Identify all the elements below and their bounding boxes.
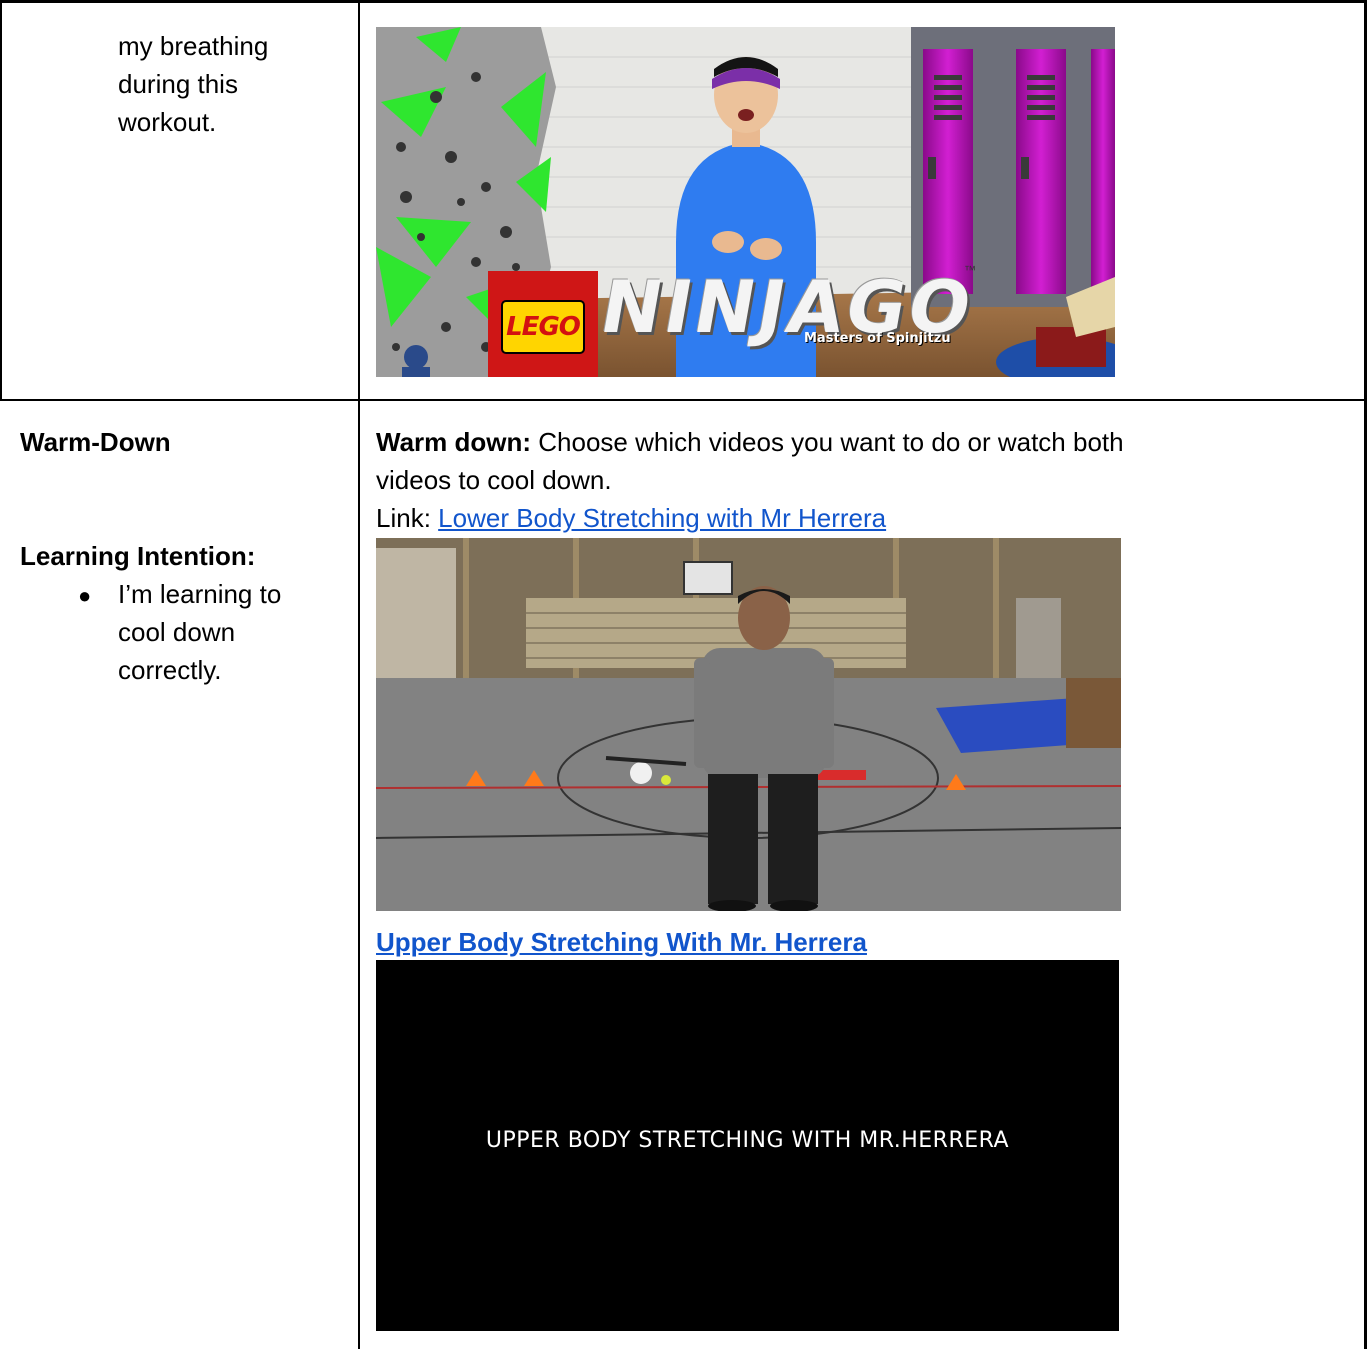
table-row-divider bbox=[0, 399, 1367, 401]
warm-down-instruction-text: Choose which videos you want to do or wa… bbox=[531, 427, 1124, 457]
warm-down-instruction-line-1: Warm down: Choose which videos you want … bbox=[376, 423, 1124, 461]
lower-body-stretching-link[interactable]: Lower Body Stretching with Mr Herrera bbox=[438, 503, 886, 533]
table-column-divider bbox=[358, 0, 360, 1349]
ninjago-video-thumbnail[interactable]: LEGO NINJAGO ™ Masters of Spinjitzu bbox=[376, 27, 1115, 377]
ninjago-trademark: ™ bbox=[964, 263, 976, 277]
warm-down-instruction-line-2: videos to cool down. bbox=[376, 465, 612, 495]
link-line-2: Upper Body Stretching With Mr. Herrera bbox=[376, 923, 867, 961]
upper-body-stretching-link[interactable]: Upper Body Stretching With Mr. Herrera bbox=[376, 927, 867, 957]
link-line: Link: Lower Body Stretching with Mr Herr… bbox=[376, 499, 886, 537]
breathing-text-line-2: during this bbox=[118, 69, 238, 99]
lower-body-video-thumbnail[interactable] bbox=[376, 538, 1121, 911]
gym-scene-illustration bbox=[376, 538, 1121, 911]
link-prefix: Link: bbox=[376, 503, 439, 533]
bullet-dot-icon: ● bbox=[78, 583, 92, 608]
learning-intention-line-3: correctly. bbox=[118, 655, 222, 685]
learning-intention-line-2: cool down bbox=[118, 617, 236, 647]
table-border-left bbox=[0, 0, 2, 400]
lego-logo-text: LEGO bbox=[506, 312, 581, 342]
learning-intention-label: Learning Intention: bbox=[20, 541, 256, 571]
learning-intention-line-1: I’m learning to bbox=[118, 579, 282, 609]
table-border-top bbox=[0, 0, 1367, 3]
ninjago-tagline-text: Masters of Spinjitzu bbox=[804, 331, 951, 346]
warm-down-label: Warm down: bbox=[376, 427, 532, 457]
breathing-text-line-3: workout. bbox=[118, 107, 217, 137]
upper-body-video-thumbnail[interactable]: UPPER BODY STRETCHING WITH MR.HERRERA bbox=[376, 960, 1119, 1331]
warm-down-heading: Warm-Down bbox=[20, 427, 171, 457]
breathing-text-line-1: my breathing bbox=[118, 31, 269, 61]
upper-body-video-caption: UPPER BODY STRETCHING WITH MR.HERRERA bbox=[485, 1128, 1010, 1153]
